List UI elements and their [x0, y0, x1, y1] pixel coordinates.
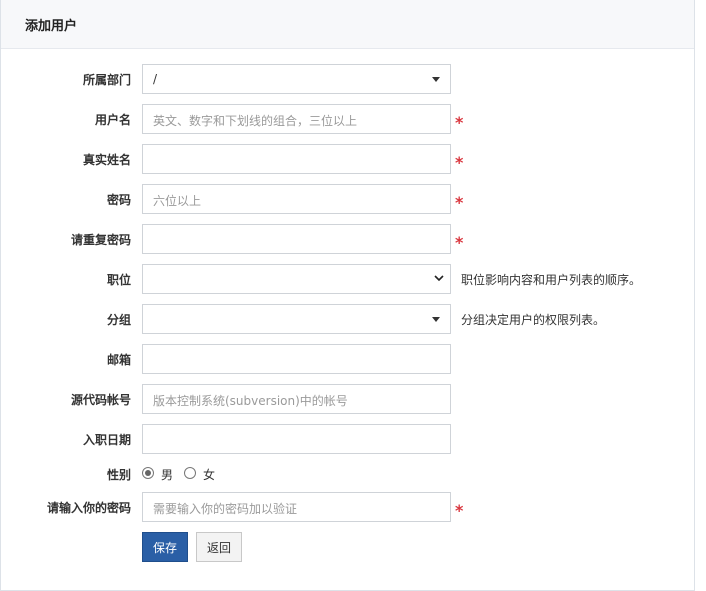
- caret-down-icon: [432, 317, 440, 322]
- role-label: 职位: [106, 273, 131, 287]
- save-button[interactable]: 保存: [142, 532, 188, 562]
- required-mark: *: [455, 153, 464, 172]
- dept-value: /: [153, 72, 158, 86]
- password2-input[interactable]: [142, 224, 451, 254]
- account-placeholder: 英文、数字和下划线的组合，三位以上: [153, 114, 358, 128]
- password-input[interactable]: 六位以上: [142, 184, 451, 214]
- required-mark: *: [455, 233, 464, 252]
- gender-male-label[interactable]: 男: [161, 466, 173, 483]
- commiter-label: 源代码帐号: [70, 393, 131, 407]
- gender-male-radio[interactable]: [142, 467, 154, 479]
- role-select[interactable]: [142, 264, 451, 294]
- panel-header: 添加用户: [1, 0, 694, 49]
- account-label: 用户名: [94, 113, 131, 127]
- required-mark: *: [455, 193, 464, 212]
- commiter-input[interactable]: 版本控制系统(subversion)中的帐号: [142, 384, 451, 414]
- password-placeholder: 六位以上: [153, 194, 202, 208]
- gender-label: 性别: [106, 468, 131, 482]
- gender-row: 性别 男 女: [1, 460, 694, 490]
- realname-input[interactable]: [142, 144, 451, 174]
- password-label: 密码: [106, 193, 131, 207]
- role-row: 职位 职位影响内容和用户列表的顺序。: [1, 264, 694, 294]
- verify-row: 请输入你的密码 需要输入你的密码加以验证 *: [1, 492, 694, 522]
- dept-label: 所属部门: [82, 73, 131, 87]
- email-input[interactable]: [142, 344, 451, 374]
- group-select[interactable]: [142, 304, 451, 334]
- commiter-placeholder: 版本控制系统(subversion)中的帐号: [153, 394, 348, 408]
- gender-female-label[interactable]: 女: [203, 466, 215, 483]
- password-row: 密码 六位以上 *: [1, 184, 694, 214]
- account-row: 用户名 英文、数字和下划线的组合，三位以上 *: [1, 104, 694, 134]
- add-user-panel: 添加用户 所属部门 / 用户名 英文、数字和下划线的组合，三位以上 * 真实姓名…: [0, 0, 695, 591]
- dept-row: 所属部门 /: [1, 64, 694, 94]
- group-help: 分组决定用户的权限列表。: [461, 313, 606, 327]
- join-date-input[interactable]: [142, 424, 451, 454]
- actions-row: 保存 返回: [1, 532, 694, 562]
- email-label: 邮箱: [106, 353, 131, 367]
- caret-down-icon: [432, 77, 440, 82]
- group-row: 分组 分组决定用户的权限列表。: [1, 304, 694, 334]
- join-label: 入职日期: [82, 433, 131, 447]
- back-button[interactable]: 返回: [196, 532, 242, 562]
- account-input[interactable]: 英文、数字和下划线的组合，三位以上: [142, 104, 451, 134]
- chevron-down-icon: [434, 275, 444, 282]
- role-help: 职位影响内容和用户列表的顺序。: [461, 273, 642, 287]
- verify-password-input[interactable]: 需要输入你的密码加以验证: [142, 492, 451, 522]
- group-label: 分组: [106, 313, 131, 327]
- realname-row: 真实姓名 *: [1, 144, 694, 174]
- join-row: 入职日期: [1, 424, 694, 454]
- verify-placeholder: 需要输入你的密码加以验证: [153, 502, 298, 516]
- password2-row: 请重复密码 *: [1, 224, 694, 254]
- required-mark: *: [455, 501, 464, 520]
- page-title: 添加用户: [25, 19, 78, 34]
- gender-female-radio[interactable]: [184, 467, 196, 479]
- required-mark: *: [455, 113, 464, 132]
- realname-label: 真实姓名: [82, 153, 131, 167]
- password2-label: 请重复密码: [70, 233, 131, 247]
- dept-select[interactable]: /: [142, 64, 451, 94]
- verify-label: 请输入你的密码: [46, 501, 131, 515]
- commiter-row: 源代码帐号 版本控制系统(subversion)中的帐号: [1, 384, 694, 414]
- email-row: 邮箱: [1, 344, 694, 374]
